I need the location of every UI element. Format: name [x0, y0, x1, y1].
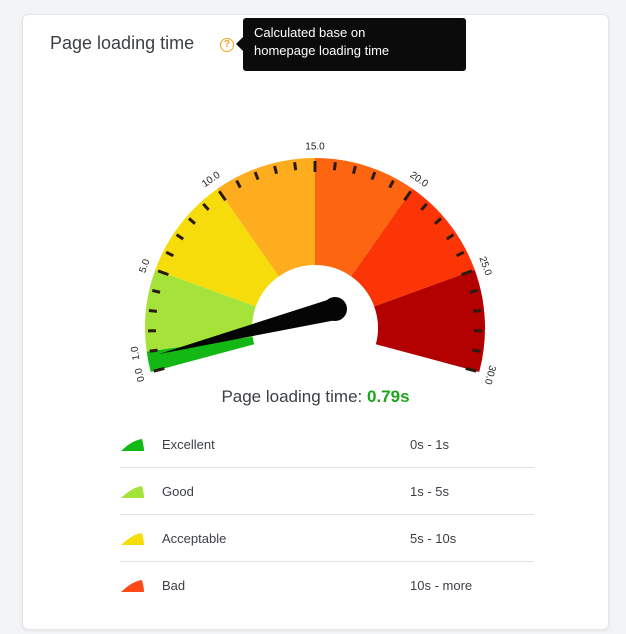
gauge-tick: [472, 348, 481, 353]
legend-swatch: [121, 439, 144, 451]
gauge-tick-label: 0.0: [133, 366, 147, 383]
gauge-tick-label: 30.0: [482, 364, 498, 385]
gauge-tick-label: 10.0: [200, 170, 223, 190]
legend-row-excellent: Excellent 0s - 1s: [120, 421, 534, 468]
gauge-tick: [469, 288, 479, 294]
gauge-tick: [148, 309, 158, 313]
loading-time-gauge: 0.0 1.0 5.0 10.0 15.0 20.0 25.0 30.0: [129, 142, 498, 385]
gauge-tick: [273, 165, 278, 175]
legend-label: Good: [162, 484, 194, 499]
gauge-tick-label: 15.0: [305, 142, 325, 153]
gauge-tick: [151, 288, 161, 294]
legend-swatch: [121, 533, 144, 545]
legend-range: 5s - 10s: [410, 531, 457, 546]
legend-swatch: [121, 486, 144, 498]
legend-row-acceptable: Acceptable 5s - 10s: [120, 515, 534, 562]
gauge-tick-label: 1.0: [129, 345, 142, 361]
legend-swatch: [121, 580, 144, 592]
gauge-tick: [149, 348, 158, 353]
legend-row-good: Good 1s - 5s: [120, 468, 534, 515]
legend-label: Bad: [162, 578, 186, 593]
legend-range: 0s - 1s: [410, 437, 450, 452]
gauge-tick: [352, 165, 357, 175]
legend-label: Excellent: [162, 437, 215, 452]
gauge-tick: [472, 309, 482, 313]
result-value: 0.79s: [367, 387, 410, 406]
result-line: Page loading time: 0.79s: [23, 387, 608, 407]
gauge-tick-label: 5.0: [138, 257, 153, 274]
legend-label: Acceptable: [162, 531, 227, 546]
gauge-needle-hub: [323, 297, 347, 321]
gauge-tick: [293, 162, 298, 171]
legend-row-bad: Bad 10s - more: [120, 562, 534, 608]
result-label: Page loading time:: [221, 387, 363, 406]
gauge-tick: [332, 162, 337, 171]
page-loading-card: Page loading time ? Calculated base on h…: [22, 14, 609, 630]
legend-range: 1s - 5s: [410, 484, 450, 499]
gauge-tick-label: 25.0: [476, 255, 493, 277]
gauge-tick-label: 20.0: [408, 170, 431, 190]
legend-range: 10s - more: [410, 578, 473, 593]
legend-list: Excellent 0s - 1s Good 1s - 5s Acceptabl…: [120, 421, 534, 608]
